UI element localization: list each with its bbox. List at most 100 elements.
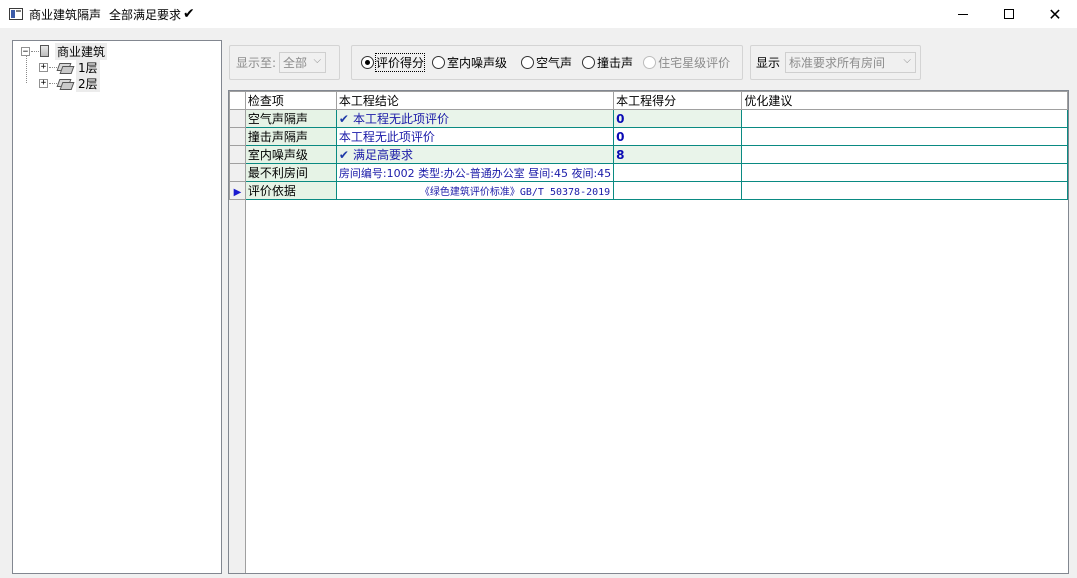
minimize-icon (958, 13, 968, 15)
display-to-label: 显示至: (236, 56, 277, 70)
advice-cell[interactable] (741, 181, 1068, 200)
conclusion-cell[interactable]: ✔ 满足高要求 (335, 145, 615, 164)
close-button[interactable]: ✕ (1032, 0, 1077, 28)
column-header[interactable]: 优化建议 (741, 91, 1068, 110)
tree-node-floor-1[interactable]: + 1层 (39, 58, 100, 76)
status-text: 全部满足要求 (109, 7, 182, 22)
advice-cell[interactable] (741, 163, 1068, 182)
check-icon: ✔ (338, 148, 349, 162)
radio-button[interactable] (432, 56, 446, 69)
radio-button[interactable] (582, 56, 596, 69)
score-text: 8 (616, 147, 625, 162)
floor-icon (58, 62, 72, 72)
item-cell[interactable]: 最不利房间 (244, 163, 337, 182)
display-to-group: 显示至: 全部 ⌵ (229, 45, 340, 80)
table-row[interactable]: 室内噪声级 ✔ 满足高要求 8 (229, 145, 1068, 164)
conclusion-cell[interactable]: 本工程无此项评价 (335, 127, 615, 146)
conclusion-cell[interactable]: 《绿色建筑评价标准》GB/T 50378-2019 (335, 181, 615, 200)
tree-connector (49, 66, 57, 68)
tree-node-label: 1层 (76, 58, 100, 76)
chevron-down-icon: ⌵ (903, 55, 912, 66)
tree-connector (31, 50, 39, 52)
expand-icon[interactable]: + (39, 78, 48, 88)
radio-score[interactable]: 评价得分 (361, 53, 426, 72)
conclusion-text: 满足高要求 (352, 148, 413, 162)
building-icon (40, 45, 49, 57)
advice-cell[interactable] (741, 127, 1068, 146)
tree-node-floor-2[interactable]: + 2层 (39, 74, 100, 92)
show-value: 标准要求所有房间 (789, 56, 886, 70)
view-mode-group: 评价得分 室内噪声级 空气声 撞击声 住宅星级评价 (351, 45, 743, 80)
table-row[interactable]: 撞击声隔声 本工程无此项评价 0 (229, 127, 1068, 146)
column-header[interactable]: 检查项 (244, 91, 337, 110)
table-row[interactable]: 空气声隔声 ✔ 本工程无此项评价 0 (229, 109, 1068, 128)
maximize-icon (1004, 9, 1014, 19)
table-row[interactable]: 最不利房间 房间编号:1002 类型:办公-普通办公室 昼间:45 夜间:45 (229, 163, 1068, 182)
conclusion-cell[interactable]: 房间编号:1002 类型:办公-普通办公室 昼间:45 夜间:45 (335, 163, 615, 182)
conclusion-text: 《绿色建筑评价标准》GB/T 50378-2019 (419, 187, 611, 198)
item-cell[interactable]: 空气声隔声 (244, 109, 337, 128)
conclusion-text: 本工程无此项评价 (352, 112, 449, 126)
conclusion-text: 房间编号:1002 类型:办公-普通办公室 昼间:45 夜间:45 (338, 166, 612, 180)
row-header[interactable] (229, 145, 246, 164)
show-group: 显示 标准要求所有房间 ⌵ (750, 45, 921, 80)
collapse-icon[interactable]: − (21, 46, 30, 56)
radio-button[interactable] (361, 56, 374, 69)
status-check-icon: ✔ (183, 6, 195, 22)
radio-button[interactable] (521, 56, 535, 69)
chevron-down-icon: ⌵ (313, 55, 322, 66)
check-icon: ✔ (338, 112, 349, 126)
building-tree[interactable]: − 商业建筑 + 1层 + 2层 (12, 40, 222, 574)
radio-airborne[interactable]: 空气声 (521, 54, 572, 71)
column-header[interactable]: 本工程结论 (335, 91, 615, 110)
expand-icon[interactable]: + (39, 62, 48, 72)
score-cell[interactable]: 8 (613, 145, 743, 164)
row-header[interactable] (229, 127, 246, 146)
minimize-button[interactable] (940, 0, 986, 28)
row-header[interactable] (229, 163, 246, 182)
result-table: 检查项 本工程结论 本工程得分 优化建议 空气声隔声 ✔ 本工程无此项评价 0 撞… (229, 91, 1068, 200)
radio-indoor-noise[interactable]: 室内噪声级 (432, 54, 507, 71)
display-to-select[interactable]: 全部 ⌵ (279, 52, 327, 73)
corner-cell (229, 91, 246, 110)
score-cell[interactable] (613, 163, 743, 182)
radio-button (643, 56, 657, 69)
conclusion-cell[interactable]: ✔ 本工程无此项评价 (335, 109, 615, 128)
tree-node-root[interactable]: − 商业建筑 (21, 42, 108, 60)
score-cell[interactable]: 0 (613, 127, 743, 146)
radio-impact[interactable]: 撞击声 (582, 54, 633, 71)
conclusion-text: 本工程无此项评价 (338, 130, 435, 144)
radio-label: 空气声 (536, 56, 573, 70)
maximize-button[interactable] (986, 0, 1032, 28)
current-row-icon: ▶ (233, 186, 242, 198)
tree-node-label: 2层 (76, 74, 100, 92)
tree-connector (49, 82, 57, 84)
tree-node-label: 商业建筑 (55, 42, 108, 60)
radio-label: 撞击声 (597, 56, 634, 70)
column-header[interactable]: 本工程得分 (613, 91, 743, 110)
title-bar: 商业建筑隔声 全部满足要求 ✔ ✕ (0, 0, 1077, 28)
radio-label: 室内噪声级 (447, 56, 508, 70)
table-header-row: 检查项 本工程结论 本工程得分 优化建议 (229, 91, 1068, 110)
show-label: 显示 (756, 56, 781, 70)
display-to-value: 全部 (283, 56, 308, 70)
item-cell[interactable]: 撞击声隔声 (244, 127, 337, 146)
item-cell[interactable]: 评价依据 (244, 181, 337, 200)
score-cell[interactable]: 0 (613, 109, 743, 128)
close-icon: ✕ (1048, 4, 1062, 24)
floor-icon (58, 78, 72, 88)
radio-label: 评价得分 (374, 53, 426, 72)
score-cell[interactable] (613, 181, 743, 200)
show-select[interactable]: 标准要求所有房间 ⌵ (785, 52, 917, 73)
app-icon (9, 8, 23, 20)
score-text: 0 (616, 129, 625, 144)
row-header[interactable] (229, 109, 246, 128)
radio-label: 住宅星级评价 (658, 56, 731, 70)
result-grid[interactable]: 检查项 本工程结论 本工程得分 优化建议 空气声隔声 ✔ 本工程无此项评价 0 撞… (228, 90, 1069, 574)
advice-cell[interactable] (741, 109, 1068, 128)
row-header[interactable]: ▶ (229, 181, 246, 200)
item-cell[interactable]: 室内噪声级 (244, 145, 337, 164)
advice-cell[interactable] (741, 145, 1068, 164)
table-row[interactable]: ▶ 评价依据 《绿色建筑评价标准》GB/T 50378-2019 (229, 181, 1068, 200)
tree-connector (26, 55, 27, 83)
